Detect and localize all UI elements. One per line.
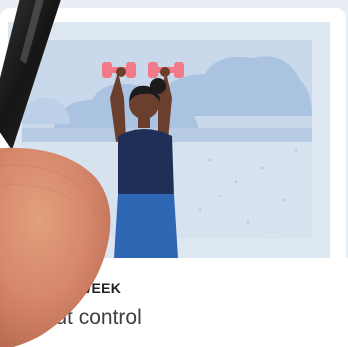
photo-scene: WEEK bout control bbox=[0, 0, 348, 347]
hair-bun bbox=[150, 78, 166, 94]
card-caption bbox=[0, 258, 348, 347]
pants bbox=[114, 194, 178, 258]
card-title: bout control bbox=[32, 306, 142, 329]
shirt bbox=[118, 129, 174, 196]
week-label: WEEK bbox=[78, 280, 122, 296]
